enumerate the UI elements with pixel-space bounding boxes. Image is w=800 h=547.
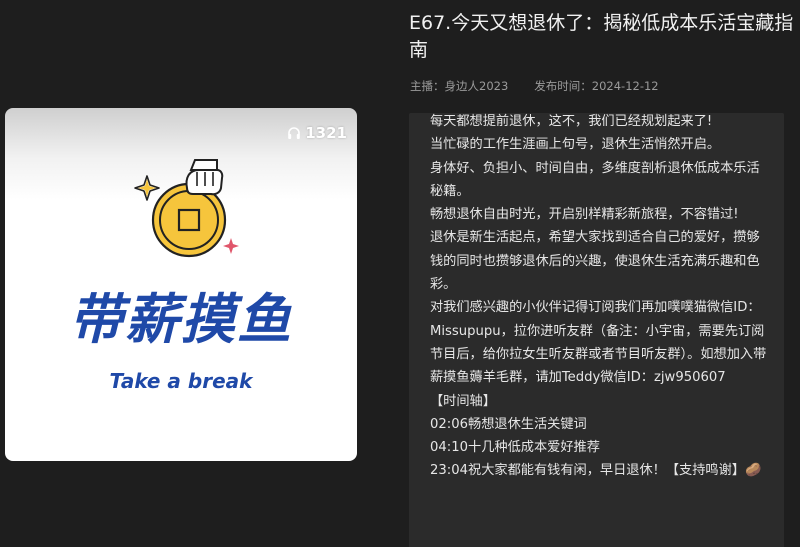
- brand-subtitle: Take a break: [109, 369, 253, 393]
- scrollbar[interactable]: [776, 113, 784, 547]
- show-notes-line: 畅想退休自由时光，开启别样精彩新旅程，不容错过!: [430, 207, 739, 223]
- episode-title: E67.今天又想退休了：揭秘低成本乐活宝藏指南: [409, 12, 794, 61]
- publish-info: 发布时间：2024-12-12: [534, 78, 658, 94]
- date-label: 发布时间：: [534, 79, 592, 93]
- publish-date: 2024-12-12: [591, 79, 659, 93]
- show-notes[interactable]: 每天都想提前退休，这不，我们已经规划起来了! 当忙碌的工作生涯画上句号，退休生活…: [409, 113, 784, 547]
- listen-count: 1321: [287, 124, 347, 142]
- host-label: 主播：: [410, 79, 445, 93]
- host-info[interactable]: 主播：身边人2023: [410, 78, 508, 94]
- show-notes-line: 【时间轴】: [430, 393, 496, 409]
- show-notes-text: 每天都想提前退休，这不，我们已经规划起来了! 当忙碌的工作生涯画上句号，退休生活…: [430, 113, 770, 483]
- listen-count-value: 1321: [305, 124, 347, 142]
- timestamp-link[interactable]: 23:04祝大家都能有钱有闲，早日退休！【支持鸣谢】🥔: [430, 459, 770, 482]
- sparkle-icon: [223, 238, 239, 254]
- timestamp-link[interactable]: 02:06畅想退休生活关键词: [430, 413, 770, 436]
- sparkle-icon: [138, 179, 156, 197]
- coin-illustration: [134, 159, 239, 258]
- headphones-icon: [287, 126, 301, 140]
- show-notes-line: 每天都想提前退休，这不，我们已经规划起来了!: [430, 114, 713, 129]
- show-notes-line: 身体好、负担小、时间自由，多维度剖析退休低成本乐活秘籍。: [430, 160, 760, 199]
- show-notes-line: 当忙碌的工作生涯画上句号，退休生活悄然开启。: [430, 137, 721, 153]
- show-notes-line: 退休是新生活起点，希望大家找到适合自己的爱好，攒够钱的同时也攒够退休后的兴趣，使…: [430, 230, 760, 293]
- brand-title: 带薪摸鱼: [69, 288, 293, 351]
- episode-cover[interactable]: 1321 带薪摸鱼 Take a break: [5, 108, 357, 461]
- episode-meta: 主播：身边人2023 发布时间：2024-12-12: [410, 78, 659, 94]
- show-notes-line: 对我们感兴趣的小伙伴记得订阅我们再加噗噗猫微信ID：Missupupu，拉你进听…: [430, 300, 767, 386]
- episode-page: 1321 带薪摸鱼 Take a break E67.今天又想退休了：揭秘低成本…: [0, 0, 800, 547]
- host-name: 身边人2023: [444, 79, 509, 93]
- timestamp-link[interactable]: 04:10十几种低成本爱好推荐: [430, 436, 770, 459]
